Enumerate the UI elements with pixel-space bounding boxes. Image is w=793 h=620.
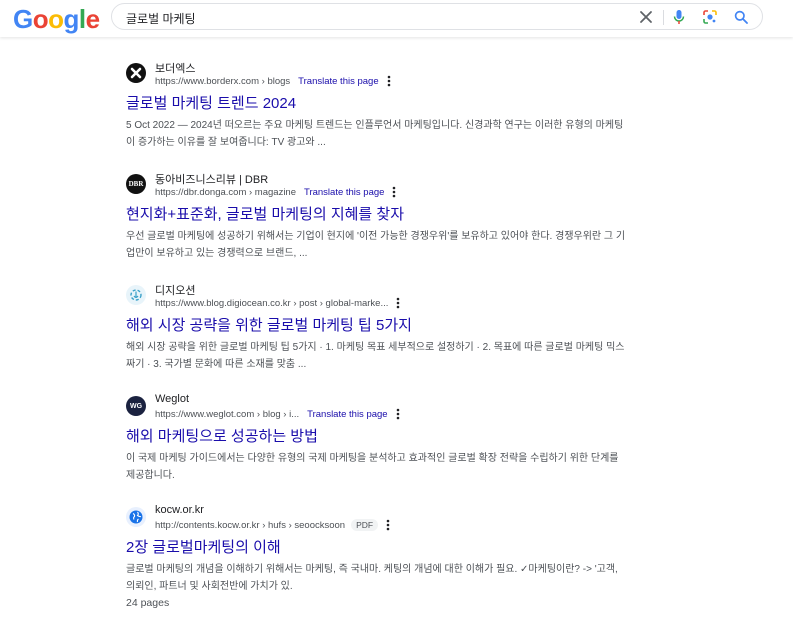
translate-link[interactable]: Translate this page [304, 187, 384, 198]
site-name: 디지오션 [155, 285, 196, 297]
more-options-icon[interactable] [392, 186, 396, 198]
result-title-link[interactable]: 2장 글로벌마케팅의 이해 [126, 538, 626, 557]
logo-letter: e [85, 4, 100, 34]
dbr-favicon-icon: DBR [126, 174, 146, 194]
search-divider [663, 10, 664, 25]
camera-lens-icon[interactable] [700, 7, 720, 27]
translate-link[interactable]: Translate this page [307, 409, 387, 420]
search-icon[interactable] [731, 7, 751, 27]
result-snippet: 우선 글로벌 마케팅에 성공하기 위해서는 기업이 현지에 '이전 가능한 경쟁… [126, 231, 626, 259]
site-url: https://www.blog.digiocean.co.kr › post … [155, 297, 389, 309]
site-name: kocw.or.kr [155, 504, 204, 516]
site-url-row: https://www.borderx.com › blogs Translat… [155, 75, 391, 87]
site-name: 동아비즈니스리뷰 | DBR [155, 174, 269, 186]
result-title-link[interactable]: 현지화+표준화, 글로벌 마케팅의 지혜를 찾자 [126, 205, 626, 224]
site-url: https://dbr.donga.com › magazine [155, 186, 296, 198]
search-header: Google 글로벌 마케팅 [0, 0, 793, 37]
search-box[interactable]: 글로벌 마케팅 [111, 3, 763, 30]
result-snippet: 해외 시장 공략을 위한 글로벌 마케팅 팁 5가지 · 1. 마케팅 목표 세… [126, 342, 625, 370]
site-url-row: http://contents.kocw.or.kr › hufs › seoo… [155, 519, 390, 531]
weglot-favicon-icon: WG [126, 396, 146, 416]
result-source[interactable]: DBR 동아비즈니스리뷰 | DBR https://dbr.donga.com… [126, 171, 626, 199]
logo-letter: l [78, 4, 86, 34]
result-title-link[interactable]: 해외 마케팅으로 성공하는 방법 [126, 427, 626, 446]
site-url-row: https://dbr.donga.com › magazine Transla… [155, 186, 396, 198]
search-result: kocw.or.kr http://contents.kocw.or.kr › … [126, 504, 626, 611]
logo-letter: g [63, 4, 80, 34]
site-url: https://www.borderx.com › blogs [155, 75, 291, 87]
site-name: 보더엑스 [155, 63, 196, 75]
result-source[interactable]: WG Weglot https://www.weglot.com › blog … [126, 393, 626, 421]
result-snippet: 글로벌 마케팅의 개념을 이해하기 위해서는 마케팅, 즉 국내마. 케팅의 개… [126, 564, 618, 592]
site-url: https://www.weglot.com › blog › i... [155, 408, 300, 420]
result-snippet: 5 Oct 2022 — 2024년 떠오르는 주요 마케팅 트렌드는 인플루언… [126, 120, 624, 148]
page-count: 24 pages [126, 597, 170, 609]
more-options-icon[interactable] [396, 297, 400, 309]
result-title-link[interactable]: 해외 시장 공략을 위한 글로벌 마케팅 팁 5가지 [126, 316, 626, 335]
globe-icon [126, 507, 146, 527]
search-result: WG Weglot https://www.weglot.com › blog … [126, 393, 626, 484]
more-options-icon[interactable] [396, 408, 400, 420]
result-source[interactable]: kocw.or.kr http://contents.kocw.or.kr › … [126, 504, 626, 532]
microphone-icon[interactable] [669, 7, 689, 27]
search-result: 보더엑스 https://www.borderx.com › blogs Tra… [126, 60, 626, 151]
close-icon[interactable] [636, 7, 656, 27]
favicon-text: DBR [128, 180, 144, 188]
more-options-icon[interactable] [386, 519, 390, 531]
site-url-row: https://www.weglot.com › blog › i... Tra… [155, 408, 400, 420]
site-url-row: https://www.blog.digiocean.co.kr › post … [155, 297, 400, 309]
pdf-badge: PDF [351, 519, 379, 531]
google-logo[interactable]: Google [13, 5, 100, 33]
logo-letter: o [48, 4, 64, 34]
search-input[interactable]: 글로벌 마케팅 [126, 10, 196, 27]
digiocean-favicon-icon [126, 285, 146, 305]
result-source[interactable]: 보더엑스 https://www.borderx.com › blogs Tra… [126, 60, 626, 88]
translate-link[interactable]: Translate this page [298, 76, 378, 87]
site-name: Weglot [155, 393, 190, 405]
favicon-text: WG [129, 402, 143, 410]
result-source[interactable]: 디지오션 https://www.blog.digiocean.co.kr › … [126, 282, 626, 310]
logo-letter: G [13, 4, 33, 34]
search-result: DBR 동아비즈니스리뷰 | DBR https://dbr.donga.com… [126, 171, 626, 262]
site-url: http://contents.kocw.or.kr › hufs › seoo… [155, 519, 346, 531]
logo-letter: o [32, 4, 49, 34]
result-title-link[interactable]: 글로벌 마케팅 트렌드 2024 [126, 94, 626, 113]
more-options-icon[interactable] [387, 75, 391, 87]
search-result: 디지오션 https://www.blog.digiocean.co.kr › … [126, 282, 626, 373]
borderx-favicon-icon [126, 63, 146, 83]
result-snippet: 이 국제 마케팅 가이드에서는 다양한 유형의 국제 마케팅을 분석하고 효과적… [126, 453, 619, 481]
